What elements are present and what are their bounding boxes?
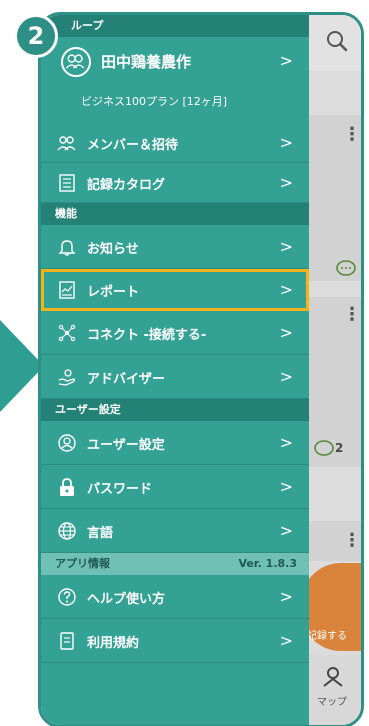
menu-item-label: お知らせ: [87, 242, 139, 257]
group-avatar-icon: [61, 47, 91, 77]
chevron-right-icon: >: [279, 323, 293, 342]
chevron-right-icon: >: [279, 631, 293, 650]
lock-icon: [57, 477, 77, 497]
comment-icon[interactable]: [335, 259, 357, 279]
help-icon: [57, 587, 77, 607]
section-header-user-settings: ユーザー設定: [41, 399, 309, 421]
members-icon: [57, 133, 77, 153]
menu-item-terms[interactable]: 利用規約 >: [41, 619, 309, 663]
advisor-icon: [57, 367, 77, 387]
menu-item-label: レポート: [87, 285, 140, 300]
map-label: マップ: [317, 697, 347, 708]
user-settings-icon: [57, 433, 77, 453]
menu-item-members[interactable]: メンバー＆招待 >: [41, 123, 309, 163]
globe-icon: [57, 521, 77, 541]
menu-item-advisor[interactable]: アドバイザー >: [41, 355, 309, 399]
chevron-right-icon: >: [279, 433, 293, 452]
more-icon[interactable]: ⋮: [343, 305, 361, 325]
map-icon[interactable]: [321, 665, 345, 689]
menu-item-report[interactable]: レポート >: [41, 269, 309, 311]
account-name: 田中鶏養農作: [101, 53, 192, 71]
section-header-group-label: ループ: [71, 19, 104, 32]
section-header-app-info-label: アプリ情報: [55, 557, 110, 570]
chevron-right-icon: >: [279, 477, 293, 496]
menu-item-label: アドバイザー: [87, 372, 166, 387]
account-row[interactable]: 田中鶏養農作 > ビジネス100プラン [12ヶ月]: [41, 37, 309, 123]
menu-item-label: コネクト -接続する-: [87, 328, 207, 343]
section-header-user-settings-label: ユーザー設定: [55, 403, 121, 416]
menu-item-label: 利用規約: [87, 636, 140, 651]
section-header-group: ループ: [41, 15, 309, 37]
menu-item-password[interactable]: パスワード >: [41, 465, 309, 509]
account-plan: ビジネス100プラン [12ヶ月]: [81, 95, 228, 108]
menu-item-label: ヘルプ使い方: [87, 592, 166, 607]
terms-icon: [57, 631, 77, 651]
menu-item-user-settings[interactable]: ユーザー設定 >: [41, 421, 309, 465]
connect-icon: [57, 323, 77, 343]
menu-item-help[interactable]: ヘルプ使い方 >: [41, 575, 309, 619]
chevron-right-icon: >: [279, 51, 293, 70]
report-icon: [57, 280, 77, 300]
chevron-right-icon: >: [279, 521, 293, 540]
screen: { "step_badge": "2", "header_group": "ルー…: [0, 0, 369, 726]
search-icon[interactable]: [323, 27, 351, 55]
catalog-icon: [57, 173, 77, 193]
menu-item-catalog[interactable]: 記録カタログ >: [41, 163, 309, 203]
menu-item-language[interactable]: 言語 >: [41, 509, 309, 553]
app-version: Ver. 1.8.3: [238, 557, 297, 570]
section-header-app-info: アプリ情報 Ver. 1.8.3: [41, 553, 309, 575]
section-header-features-label: 機能: [55, 207, 77, 220]
menu-item-label: メンバー＆招待: [87, 138, 179, 153]
more-icon[interactable]: ⋮: [343, 531, 361, 551]
chevron-right-icon: >: [279, 367, 293, 386]
menu-item-label: パスワード: [87, 482, 153, 497]
step-badge: 2: [14, 14, 58, 58]
bell-icon: [57, 237, 77, 257]
record-fab-label: 記録する: [307, 631, 347, 642]
comment-count: 2: [335, 441, 344, 455]
more-icon[interactable]: ⋮: [343, 125, 361, 145]
menu-item-notifications[interactable]: お知らせ >: [41, 225, 309, 269]
phone-frame: ⋮ ⋮ 2 ⋮ 記録する マップ ループ 田中鶏養農作 > ビジネス100プラン…: [38, 12, 364, 726]
menu-item-label: 言語: [87, 526, 114, 541]
chevron-right-icon: >: [279, 133, 293, 152]
comment-icon[interactable]: [313, 439, 335, 459]
chevron-right-icon: >: [279, 587, 293, 606]
chevron-right-icon: >: [279, 173, 293, 192]
menu-item-label: ユーザー設定: [87, 438, 165, 453]
menu-item-label: 記録カタログ: [87, 178, 166, 193]
side-drawer: ループ 田中鶏養農作 > ビジネス100プラン [12ヶ月] メンバー＆招待 >: [41, 15, 309, 725]
chevron-right-icon: >: [279, 237, 293, 256]
section-header-features: 機能: [41, 203, 309, 225]
chevron-right-icon: >: [279, 280, 293, 299]
menu-item-connect[interactable]: コネクト -接続する- >: [41, 311, 309, 355]
